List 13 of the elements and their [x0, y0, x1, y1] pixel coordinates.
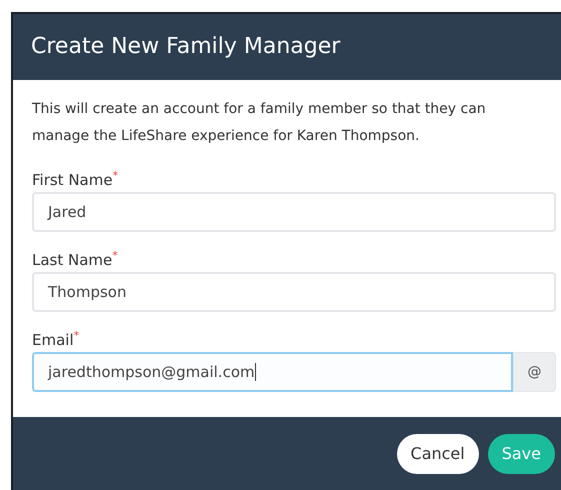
- cancel-button[interactable]: Cancel: [396, 434, 479, 474]
- input-addon: @: [513, 352, 556, 392]
- field-label: First Name: [32, 170, 113, 190]
- field-label: Email: [32, 330, 74, 350]
- required-mark: *: [74, 330, 80, 342]
- dialog-title: Create New Family Manager: [31, 36, 340, 58]
- field-label: Last Name: [32, 250, 112, 270]
- text-field[interactable]: Jared: [32, 192, 556, 232]
- text-field[interactable]: jaredthompson@gmail.com: [32, 352, 513, 392]
- text-field[interactable]: Thompson: [32, 272, 556, 312]
- required-mark: *: [112, 170, 118, 182]
- description-text: This will create an account for a family member so that they can manage the LifeShare experience for Karen Thompson.: [32, 100, 487, 146]
- required-mark: *: [112, 250, 118, 262]
